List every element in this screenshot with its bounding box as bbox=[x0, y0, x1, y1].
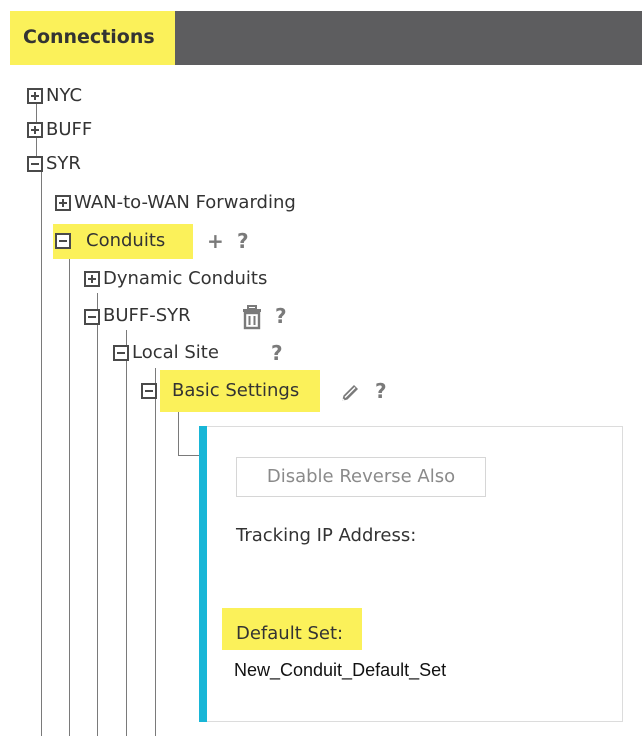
trash-icon[interactable] bbox=[240, 304, 264, 330]
expand-icon[interactable] bbox=[84, 271, 100, 287]
tree-connector bbox=[97, 293, 98, 736]
tree-node-local-site[interactable]: Local Site bbox=[132, 341, 219, 365]
tree-node-syr[interactable]: SYR bbox=[46, 152, 81, 176]
tree-connector bbox=[126, 330, 127, 736]
collapse-icon[interactable] bbox=[27, 156, 43, 172]
default-set-label: Default Set: bbox=[236, 623, 344, 644]
tree-node-buff-syr[interactable]: BUFF-SYR bbox=[103, 304, 191, 328]
tree-node-nyc[interactable]: NYC bbox=[46, 84, 82, 108]
tree-node-dynamic-conduits[interactable]: Dynamic Conduits bbox=[103, 267, 267, 291]
tree-connector bbox=[69, 255, 70, 736]
tree-node-basic-settings[interactable]: Basic Settings bbox=[172, 379, 299, 403]
tree-connector bbox=[178, 407, 179, 455]
expand-icon[interactable] bbox=[27, 88, 43, 104]
disable-reverse-button[interactable]: Disable Reverse Also bbox=[236, 457, 486, 497]
collapse-icon[interactable] bbox=[55, 233, 71, 249]
help-icon[interactable]: ? bbox=[275, 304, 287, 328]
expand-icon[interactable] bbox=[27, 122, 43, 138]
tree-node-buff[interactable]: BUFF bbox=[46, 118, 92, 142]
default-set-value: New_Conduit_Default_Set bbox=[234, 660, 447, 680]
help-icon[interactable]: ? bbox=[271, 341, 283, 365]
collapse-icon[interactable] bbox=[113, 345, 129, 361]
tree-node-conduits[interactable]: Conduits bbox=[86, 229, 165, 253]
help-icon[interactable]: ? bbox=[237, 229, 249, 253]
tree-node-wan-forwarding[interactable]: WAN-to-WAN Forwarding bbox=[74, 191, 296, 215]
tracking-ip-label: Tracking IP Address: bbox=[236, 525, 417, 546]
pencil-icon[interactable] bbox=[338, 381, 362, 405]
tree-connector bbox=[155, 368, 156, 736]
tree-connector bbox=[178, 455, 200, 456]
tree-connector bbox=[41, 170, 42, 736]
plus-icon[interactable]: + bbox=[207, 229, 224, 253]
expand-icon[interactable] bbox=[55, 195, 71, 211]
collapse-icon[interactable] bbox=[141, 383, 157, 399]
help-icon[interactable]: ? bbox=[375, 379, 387, 403]
page-title: Connections bbox=[23, 26, 155, 48]
panel-accent-bar bbox=[199, 426, 207, 722]
collapse-icon[interactable] bbox=[84, 309, 100, 325]
